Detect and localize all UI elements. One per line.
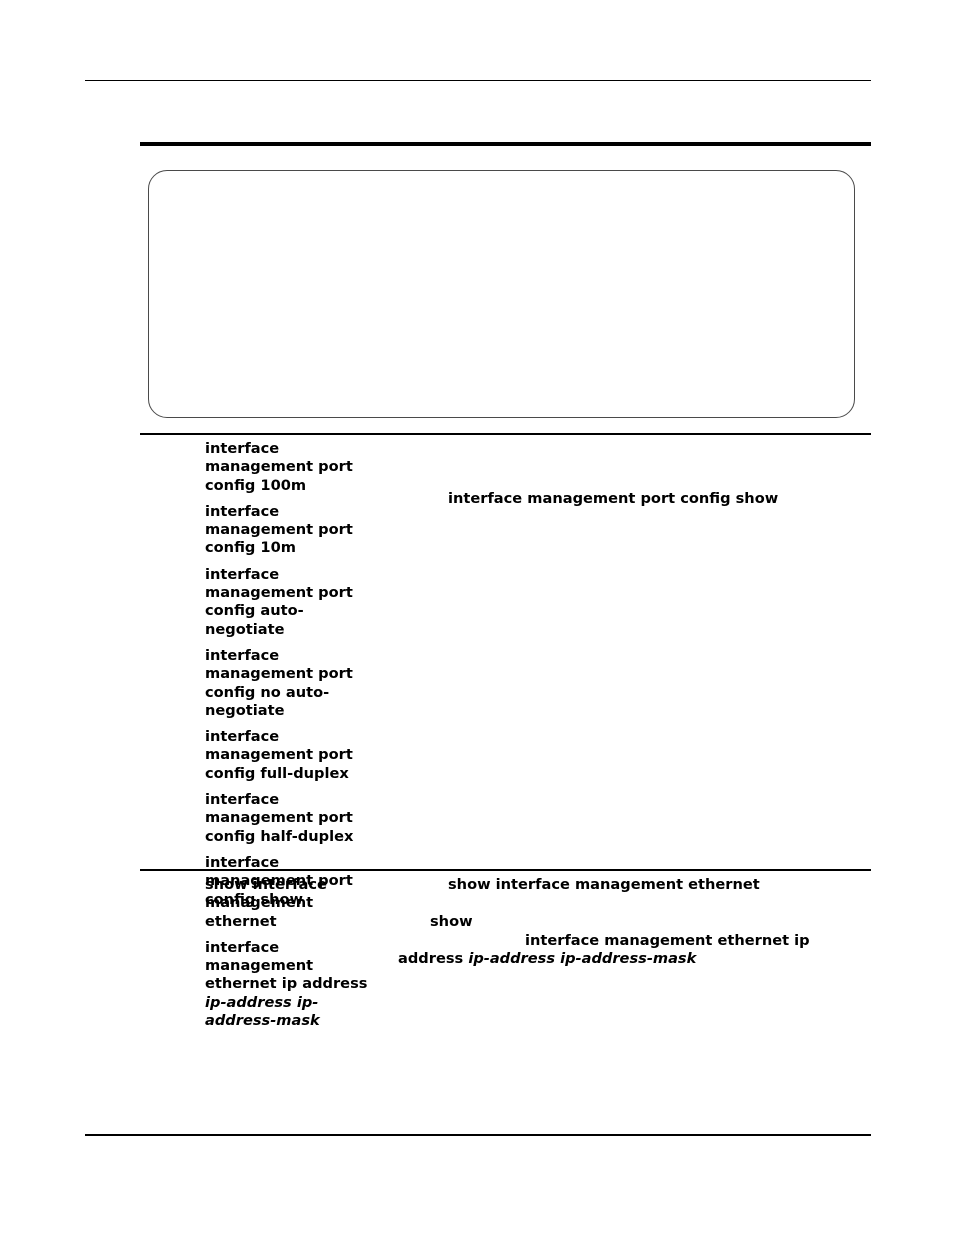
- header-rule-top: [85, 80, 871, 82]
- table-cell-command-left: interface management port config 100m in…: [205, 440, 370, 909]
- footer-rule: [85, 1134, 871, 1136]
- command-entry: interface management port config half-du…: [205, 791, 354, 845]
- command-reference: show interface management ethernet: [448, 876, 760, 893]
- header-rule-thick: [140, 142, 871, 146]
- command-reference: interface management ethernet ip: [525, 931, 810, 949]
- command-reference: show: [430, 913, 473, 931]
- command-entry: interface management port config auto-ne…: [205, 565, 353, 638]
- command-parameter: ip-address ip-address-mask: [468, 949, 697, 967]
- command-text: address: [398, 949, 464, 967]
- table-cell-description-right: interface management port config show: [396, 490, 798, 508]
- command-entry: interface management port config 10m: [205, 502, 353, 557]
- command-entry: interface management port config no auto…: [205, 646, 353, 719]
- command-text: interface management ethernet ip address: [205, 938, 368, 993]
- callout-box: [148, 170, 855, 418]
- command-entry: show interface management ethernet: [205, 876, 327, 930]
- command-reference: address ip-address ip-address-mask: [396, 950, 798, 968]
- table-cell-command-left: show interface management ethernet inter…: [205, 876, 370, 1030]
- table-rule-top: [140, 433, 871, 435]
- table-cell-description-right: show interface management ethernet show …: [396, 876, 810, 968]
- command-entry: interface management port config 100m: [205, 440, 353, 494]
- command-entry: interface management ethernet ip address…: [205, 939, 370, 1030]
- command-entry: interface management port config full-du…: [205, 728, 353, 782]
- table-rule-middle: [140, 869, 871, 871]
- command-reference: interface management port config show: [448, 490, 779, 507]
- command-parameter: ip-address: [205, 993, 292, 1011]
